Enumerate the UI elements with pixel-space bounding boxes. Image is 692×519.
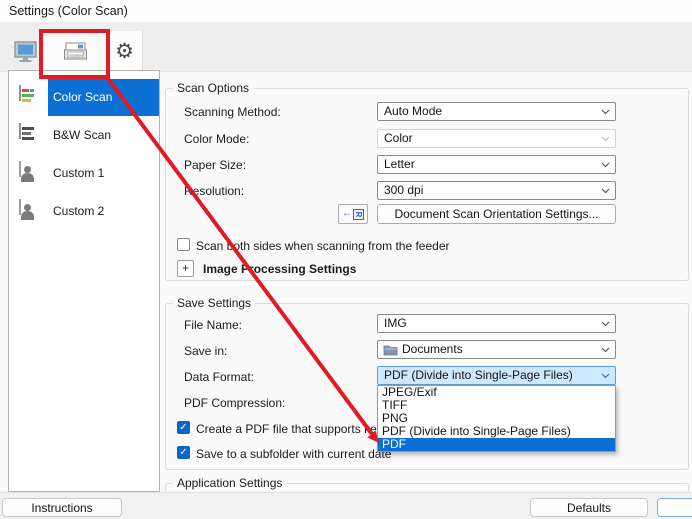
document-scan-orientation-label: Document Scan Orientation Settings...	[394, 207, 598, 221]
plus-icon: +	[182, 261, 189, 275]
data-format-select-open[interactable]: PDF (Divide into Single-Page Files)	[377, 366, 616, 385]
chevron-down-icon	[601, 347, 610, 353]
custom-profile-icon	[19, 200, 41, 223]
group-title: Application Settings	[173, 476, 286, 490]
dropdown-option-pdf[interactable]: PDF	[378, 438, 615, 451]
data-format-dropdown-list: JPEG/Exif TIFF PNG PDF (Divide into Sing…	[377, 385, 616, 452]
image-processing-label: Image Processing Settings	[203, 262, 356, 276]
toolbar: ⚙	[0, 22, 692, 72]
data-format-value: PDF (Divide into Single-Page Files)	[384, 368, 573, 382]
ok-button-cutoff[interactable]	[657, 498, 692, 517]
sidebar-item-label: Custom 2	[53, 204, 104, 218]
chevron-down-icon	[601, 188, 610, 194]
document-scan-orientation-button[interactable]: Document Scan Orientation Settings...	[377, 204, 616, 224]
resolution-label: Resolution:	[184, 184, 244, 198]
dropdown-option-png[interactable]: PNG	[378, 412, 615, 425]
paper-size-value: Letter	[384, 157, 415, 171]
color-mode-select[interactable]: Color	[377, 129, 616, 148]
subfolder-date-label: Save to a subfolder with current date	[196, 447, 391, 461]
title-bar: Settings (Color Scan)	[0, 0, 692, 22]
save-in-select[interactable]: Documents	[377, 340, 616, 359]
checkmark-icon: ✓	[179, 447, 187, 458]
paper-size-label: Paper Size:	[184, 158, 246, 172]
subfolder-date-checkbox[interactable]: ✓	[177, 446, 190, 459]
chevron-down-icon	[601, 321, 610, 327]
dropdown-option-tiff[interactable]: TIFF	[378, 399, 615, 412]
resolution-value: 300 dpi	[384, 183, 423, 197]
chevron-down-icon	[601, 162, 610, 168]
sidebar-item-bw-scan[interactable]: B&W Scan	[9, 117, 159, 154]
checkmark-icon: ✓	[179, 422, 187, 433]
sidebar-item-label: Color Scan	[53, 90, 112, 104]
feeder-both-sides-checkbox[interactable]	[177, 238, 190, 251]
pdf-keyword-checkbox[interactable]: ✓	[177, 421, 190, 434]
window-title: Settings (Color Scan)	[9, 4, 128, 18]
instructions-button[interactable]: Instructions	[2, 498, 122, 517]
sidebar-item-custom-1[interactable]: Custom 1	[9, 155, 159, 192]
left-arrow-icon: ←	[342, 209, 352, 219]
settings-window: Settings (Color Scan) ⚙	[0, 0, 692, 519]
sidebar-item-label: B&W Scan	[53, 128, 111, 142]
sidebar-item-label: Custom 1	[53, 166, 104, 180]
save-in-label: Save in:	[184, 344, 227, 358]
monitor-icon	[13, 41, 39, 63]
custom-profile-icon	[19, 162, 41, 185]
profile-list: Color Scan B&W Scan Custom 1 Custom 2	[8, 70, 160, 492]
scanning-method-select[interactable]: Auto Mode	[377, 102, 616, 121]
paper-size-select[interactable]: Letter	[377, 155, 616, 174]
color-mode-label: Color Mode:	[184, 132, 249, 146]
defaults-button[interactable]: Defaults	[530, 498, 648, 517]
footer-bar: Instructions Defaults	[0, 492, 692, 519]
sidebar-item-custom-2[interactable]: Custom 2	[9, 193, 159, 230]
save-in-value: Documents	[402, 342, 463, 356]
chevron-down-icon	[601, 136, 610, 142]
file-name-input[interactable]: IMG	[377, 314, 616, 333]
gear-icon: ⚙	[115, 41, 134, 62]
image-processing-expander[interactable]: +	[177, 260, 194, 277]
dropdown-option-pdf-divide[interactable]: PDF (Divide into Single-Page Files)	[378, 425, 615, 438]
dropdown-option-jpeg[interactable]: JPEG/Exif	[378, 386, 615, 399]
bw-scan-icon	[19, 124, 41, 147]
scanner-printer-icon	[62, 39, 89, 65]
sidebar-item-color-scan[interactable]: Color Scan	[9, 79, 159, 116]
color-scan-icon	[19, 86, 41, 109]
group-title: Save Settings	[173, 296, 255, 310]
chevron-down-icon	[601, 109, 610, 115]
data-format-label: Data Format:	[184, 370, 254, 384]
resolution-select[interactable]: 300 dpi	[377, 181, 616, 200]
instructions-label: Instructions	[31, 501, 92, 515]
file-name-label: File Name:	[184, 318, 242, 332]
folder-icon	[383, 344, 398, 359]
file-name-value: IMG	[384, 316, 407, 330]
tab-scanner-selected[interactable]	[43, 31, 107, 72]
orientation-icon-button[interactable]: ← R	[338, 204, 368, 224]
rotate-r-icon: R	[353, 209, 364, 220]
chevron-down-icon	[601, 373, 610, 379]
tab-display-scan[interactable]	[8, 31, 43, 72]
scanning-method-label: Scanning Method:	[184, 105, 281, 119]
defaults-label: Defaults	[567, 501, 611, 515]
feeder-both-sides-label: Scan both sides when scanning from the f…	[196, 239, 450, 253]
pdf-compression-label: PDF Compression:	[184, 396, 285, 410]
tab-general-settings[interactable]: ⚙	[107, 31, 143, 72]
scanning-method-value: Auto Mode	[384, 104, 442, 118]
color-mode-value: Color	[384, 131, 413, 145]
group-title: Scan Options	[173, 81, 253, 95]
